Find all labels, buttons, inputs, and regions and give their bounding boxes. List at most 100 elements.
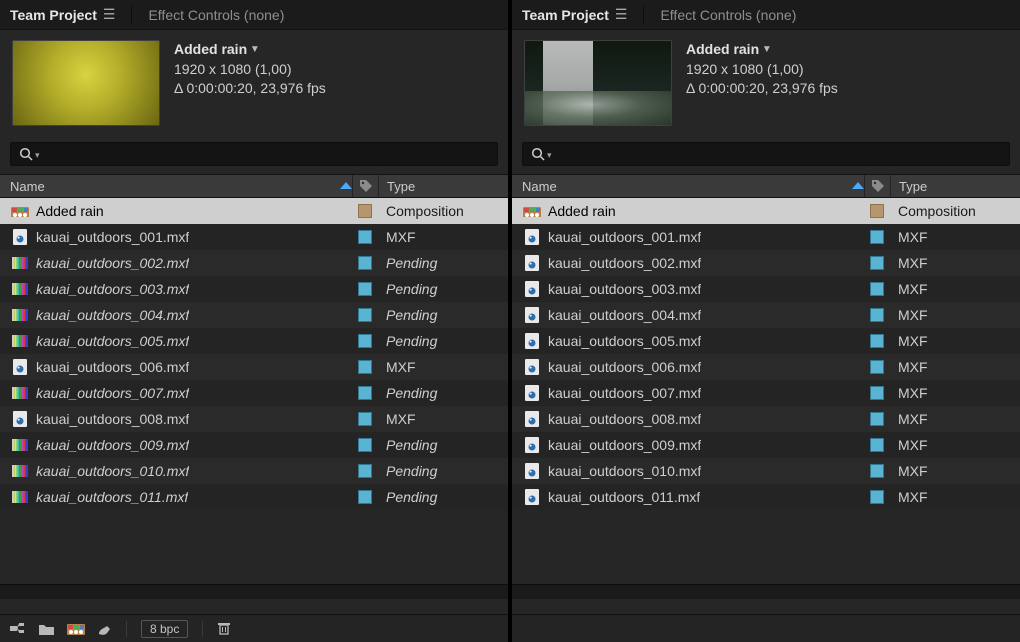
table-row[interactable]: kauai_outdoors_009.mxfMXF — [512, 432, 1020, 458]
table-row[interactable]: kauai_outdoors_003.mxfPending — [0, 276, 508, 302]
header-type[interactable]: Type — [890, 175, 1020, 197]
row-icon — [10, 409, 30, 429]
item-label-color[interactable] — [352, 360, 378, 374]
item-label-color[interactable] — [352, 308, 378, 322]
table-row[interactable]: kauai_outdoors_009.mxfPending — [0, 432, 508, 458]
item-name-cell: kauai_outdoors_008.mxf — [36, 411, 352, 427]
media-icon — [525, 281, 539, 297]
header-name[interactable]: Name — [10, 179, 352, 194]
item-label-color[interactable] — [352, 230, 378, 244]
item-name: kauai_outdoors_005.mxf — [548, 333, 701, 349]
table-row[interactable]: kauai_outdoors_004.mxfMXF — [512, 302, 1020, 328]
item-label-color[interactable] — [864, 256, 890, 270]
bit-depth-button[interactable]: 8 bpc — [141, 620, 188, 638]
item-type: Pending — [378, 333, 508, 349]
tab-team-project[interactable]: Team Project ☰ — [0, 2, 125, 27]
header-label-color[interactable] — [864, 175, 890, 197]
table-row[interactable]: kauai_outdoors_010.mxfPending — [0, 458, 508, 484]
item-label-color[interactable] — [352, 438, 378, 452]
preview-title[interactable]: Added rain — [686, 40, 838, 60]
search-input[interactable] — [522, 142, 1010, 166]
row-icon — [10, 201, 30, 221]
tab-effect-controls[interactable]: Effect Controls (none) — [650, 3, 806, 27]
sort-asc-icon — [852, 182, 864, 190]
item-type: MXF — [378, 229, 508, 245]
header-type[interactable]: Type — [378, 175, 508, 197]
item-label-color[interactable] — [864, 204, 890, 218]
table-row[interactable]: kauai_outdoors_006.mxfMXF — [0, 354, 508, 380]
item-label-color[interactable] — [864, 412, 890, 426]
item-label-color[interactable] — [864, 360, 890, 374]
item-label-color[interactable] — [352, 204, 378, 218]
tab-team-project[interactable]: Team Project ☰ — [512, 2, 637, 27]
item-label-color[interactable] — [352, 282, 378, 296]
item-label-color[interactable] — [864, 230, 890, 244]
tab-effect-controls[interactable]: Effect Controls (none) — [138, 3, 294, 27]
row-icon — [10, 279, 30, 299]
table-row[interactable]: kauai_outdoors_006.mxfMXF — [512, 354, 1020, 380]
item-label-color[interactable] — [864, 308, 890, 322]
table-row[interactable]: Added rainComposition — [512, 198, 1020, 224]
horizontal-scrollbar[interactable] — [512, 584, 1020, 599]
item-name-cell: kauai_outdoors_004.mxf — [548, 307, 864, 323]
item-label-color[interactable] — [864, 282, 890, 296]
table-row[interactable]: kauai_outdoors_004.mxfPending — [0, 302, 508, 328]
item-label-color[interactable] — [352, 464, 378, 478]
preview-title[interactable]: Added rain — [174, 40, 326, 60]
table-row[interactable]: kauai_outdoors_001.mxfMXF — [0, 224, 508, 250]
header-name[interactable]: Name — [522, 179, 864, 194]
flowchart-button[interactable] — [10, 623, 26, 635]
brush-button[interactable] — [97, 622, 112, 636]
item-label-color[interactable] — [864, 386, 890, 400]
preview-thumbnail[interactable] — [524, 40, 672, 126]
search-filter-dropdown[interactable] — [33, 145, 40, 163]
item-label-color[interactable] — [864, 438, 890, 452]
table-row[interactable]: kauai_outdoors_002.mxfMXF — [512, 250, 1020, 276]
item-name-cell: kauai_outdoors_010.mxf — [548, 463, 864, 479]
table-row[interactable]: kauai_outdoors_005.mxfPending — [0, 328, 508, 354]
item-label-color[interactable] — [864, 334, 890, 348]
table-row[interactable]: kauai_outdoors_008.mxfMXF — [512, 406, 1020, 432]
item-type: Pending — [378, 307, 508, 323]
search-filter-dropdown[interactable] — [545, 145, 552, 163]
table-row[interactable]: kauai_outdoors_011.mxfMXF — [512, 484, 1020, 510]
table-row[interactable]: kauai_outdoors_008.mxfMXF — [0, 406, 508, 432]
trash-button[interactable] — [217, 621, 231, 636]
item-label-color[interactable] — [352, 386, 378, 400]
table-row[interactable]: kauai_outdoors_005.mxf MXF — [512, 328, 1020, 354]
table-row[interactable]: kauai_outdoors_007.mxfMXF — [512, 380, 1020, 406]
item-label-color[interactable] — [352, 256, 378, 270]
item-type: MXF — [890, 333, 1020, 349]
header-label-color[interactable] — [352, 175, 378, 197]
panel-menu-icon[interactable]: ☰ — [103, 6, 116, 23]
item-label-color[interactable] — [352, 412, 378, 426]
item-label-color[interactable] — [864, 464, 890, 478]
row-icon — [522, 435, 542, 455]
search-input[interactable] — [10, 142, 498, 166]
table-row[interactable]: kauai_outdoors_007.mxfPending — [0, 380, 508, 406]
table-row[interactable]: kauai_outdoors_002.mxfPending — [0, 250, 508, 276]
table-row[interactable]: kauai_outdoors_001.mxfMXF — [512, 224, 1020, 250]
table-row[interactable]: Added rainComposition — [0, 198, 508, 224]
new-folder-button[interactable] — [38, 622, 55, 636]
row-icon — [522, 461, 542, 481]
row-icon — [10, 227, 30, 247]
panel-footer: 8 bpc — [0, 614, 508, 642]
table-row[interactable]: kauai_outdoors_011.mxfPending — [0, 484, 508, 510]
item-label-color[interactable] — [864, 490, 890, 504]
preview-thumbnail[interactable] — [12, 40, 160, 126]
table-row[interactable]: kauai_outdoors_010.mxfMXF — [512, 458, 1020, 484]
item-label-color[interactable] — [352, 334, 378, 348]
new-comp-button[interactable] — [67, 622, 85, 636]
bars-icon — [12, 491, 28, 503]
item-type: MXF — [890, 359, 1020, 375]
table-row[interactable]: kauai_outdoors_003.mxfMXF — [512, 276, 1020, 302]
row-icon — [10, 435, 30, 455]
bin-rows: Added rainCompositionkauai_outdoors_001.… — [0, 198, 508, 584]
panel-menu-icon[interactable]: ☰ — [615, 6, 628, 23]
panel-tabs: Team Project ☰ Effect Controls (none) — [512, 0, 1020, 30]
item-label-color[interactable] — [352, 490, 378, 504]
horizontal-scrollbar[interactable] — [0, 584, 508, 599]
row-icon — [522, 227, 542, 247]
comp-icon — [523, 205, 541, 217]
